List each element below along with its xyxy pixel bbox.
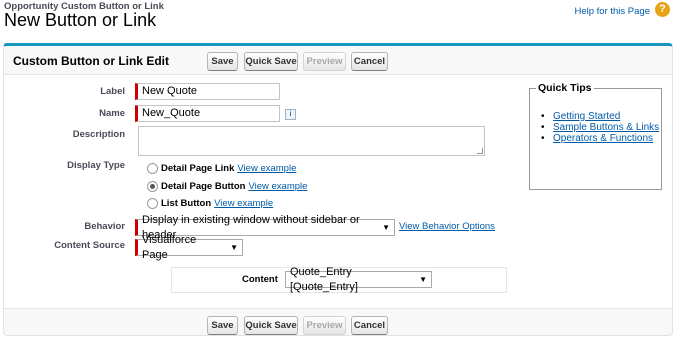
label-field-label: Label	[100, 86, 125, 97]
chevron-down-icon: ▼	[230, 243, 238, 252]
description-textarea[interactable]	[138, 126, 485, 156]
radio-label: List Button	[161, 197, 212, 209]
view-example-link[interactable]: View example	[214, 198, 273, 209]
content-source-value: Visualforce Page	[142, 233, 197, 261]
display-type-option-list-button[interactable]: List Button View example	[147, 196, 273, 210]
tip-sample-buttons[interactable]: Sample Buttons & Links	[540, 122, 659, 133]
content-source-label: Content Source	[54, 240, 125, 251]
content-select[interactable]: Quote_Entry [Quote_Entry] ▼	[285, 266, 432, 293]
radio-detail-page-link[interactable]	[147, 162, 158, 174]
save-button-bottom[interactable]: Save	[207, 316, 238, 335]
radio-label: Detail Page Button	[161, 180, 246, 192]
help-icon[interactable]: ?	[655, 2, 670, 17]
save-button-top[interactable]: Save	[207, 52, 238, 71]
radio-label: Detail Page Link	[161, 162, 235, 174]
radio-detail-page-button[interactable]	[147, 180, 158, 192]
description-field-label: Description	[72, 129, 125, 140]
quick-save-button-top[interactable]: Quick Save	[244, 52, 298, 71]
quick-tips-title: Quick Tips	[536, 82, 594, 94]
display-type-option-detail-button[interactable]: Detail Page Button View example	[147, 179, 307, 193]
preview-button-bottom[interactable]: Preview	[303, 316, 346, 335]
view-behavior-options-link[interactable]: View Behavior Options	[399, 221, 495, 232]
chevron-down-icon: ▼	[419, 275, 427, 284]
name-input[interactable]: New_Quote	[135, 105, 280, 122]
tip-operators-functions[interactable]: Operators & Functions	[540, 133, 659, 144]
tip-getting-started[interactable]: Getting Started	[540, 111, 659, 122]
quick-tips-box: Quick Tips Getting Started Sample Button…	[529, 82, 662, 190]
content-label: Content	[242, 274, 278, 285]
info-icon[interactable]: i	[285, 109, 296, 120]
view-example-link[interactable]: View example	[237, 163, 296, 174]
display-type-option-detail-link[interactable]: Detail Page Link View example	[147, 161, 296, 175]
panel-title: Custom Button or Link Edit	[13, 54, 169, 68]
quick-tips-list: Getting Started Sample Buttons & Links O…	[540, 111, 659, 144]
preview-button-top[interactable]: Preview	[303, 52, 346, 71]
custom-button-edit-panel: Custom Button or Link Edit Save Quick Sa…	[3, 43, 673, 336]
page-title: New Button or Link	[4, 10, 157, 30]
cancel-button-top[interactable]: Cancel	[351, 52, 388, 71]
label-input[interactable]: New Quote	[135, 83, 280, 100]
radio-list-button[interactable]	[147, 197, 158, 209]
content-section: Content Quote_Entry [Quote_Entry] ▼	[171, 266, 507, 293]
content-value: Quote_Entry [Quote_Entry]	[290, 265, 358, 293]
help-link[interactable]: Help for this Page	[574, 6, 650, 17]
chevron-down-icon: ▼	[382, 223, 390, 232]
cancel-button-bottom[interactable]: Cancel	[351, 316, 388, 335]
content-source-select[interactable]: Visualforce Page ▼	[135, 234, 243, 261]
view-example-link[interactable]: View example	[248, 181, 307, 192]
page-header: Opportunity Custom Button or Link New Bu…	[4, 0, 672, 40]
display-type-label: Display Type	[67, 160, 125, 171]
name-field-label: Name	[99, 108, 125, 119]
quick-save-button-bottom[interactable]: Quick Save	[244, 316, 298, 335]
behavior-label: Behavior	[84, 221, 125, 232]
